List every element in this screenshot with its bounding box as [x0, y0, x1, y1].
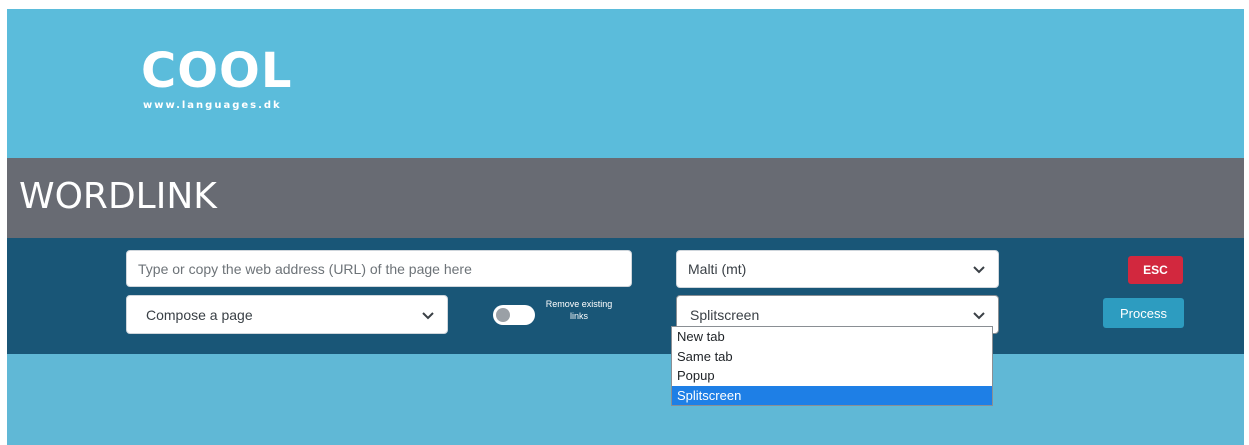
controls-panel: Type or copy the web address (URL) of th… — [7, 238, 1244, 354]
logo-url: www.languages.dk — [143, 100, 282, 111]
chevron-down-icon — [972, 308, 986, 322]
open-mode-dropdown-list: New tab Same tab Popup Splitscreen — [671, 326, 993, 406]
page-title: WORDLINK — [19, 176, 217, 217]
cool-logo[interactable]: COOL www.languages.dk — [141, 45, 321, 125]
remove-links-toggle[interactable] — [493, 305, 535, 325]
logo-text: COOL — [141, 43, 293, 99]
title-band: WORDLINK — [7, 158, 1244, 238]
url-input-placeholder: Type or copy the web address (URL) of th… — [138, 260, 472, 277]
open-mode-select-value: Splitscreen — [690, 306, 760, 323]
process-button[interactable]: Process — [1103, 298, 1184, 328]
chevron-down-icon — [972, 262, 986, 276]
chevron-down-icon — [421, 308, 435, 322]
url-input[interactable]: Type or copy the web address (URL) of th… — [126, 250, 632, 287]
option-splitscreen[interactable]: Splitscreen — [672, 385, 992, 405]
toggle-knob — [496, 308, 510, 322]
compose-select-value: Compose a page — [146, 306, 253, 323]
app-frame: COOL www.languages.dk WORDLINK Type or c… — [7, 9, 1244, 445]
language-select[interactable]: Malti (mt) — [676, 250, 999, 288]
content-area — [7, 354, 1244, 445]
option-same-tab[interactable]: Same tab — [672, 347, 992, 367]
option-new-tab[interactable]: New tab — [672, 327, 992, 347]
compose-select[interactable]: Compose a page — [126, 295, 448, 334]
header-band: COOL www.languages.dk — [7, 9, 1244, 158]
esc-button[interactable]: ESC — [1128, 256, 1183, 284]
option-popup[interactable]: Popup — [672, 366, 992, 386]
language-select-value: Malti (mt) — [688, 261, 747, 277]
remove-links-label: Remove existing links — [545, 299, 613, 321]
